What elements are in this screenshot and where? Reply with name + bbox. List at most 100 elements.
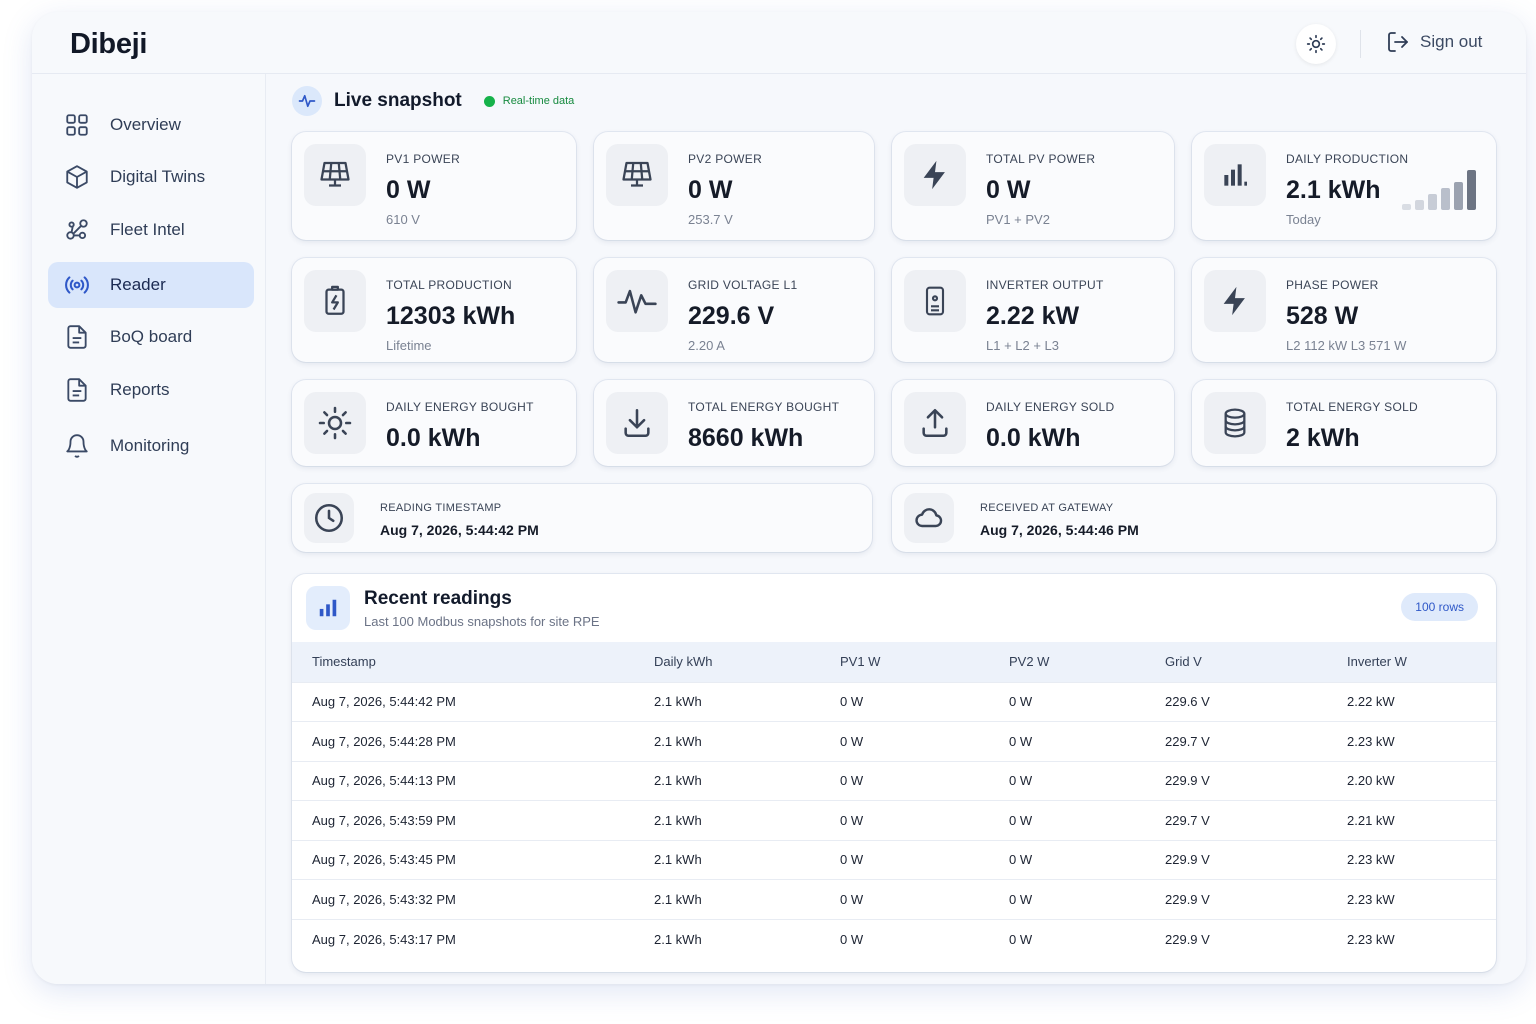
live-snapshot-header: Live snapshot Real-time data — [292, 86, 574, 116]
table-cell: 2.20 kW — [1347, 760, 1496, 801]
sidebar-item-fleet-intel[interactable]: Fleet Intel — [48, 207, 254, 253]
theme-toggle-button[interactable] — [1296, 24, 1336, 64]
metric-label: DAILY PRODUCTION — [1286, 152, 1409, 166]
timestamp-value: Aug 7, 2026, 5:44:42 PM — [380, 522, 539, 538]
table-cell: 0 W — [1009, 721, 1165, 761]
live-status-dot — [483, 95, 495, 107]
metric-label: INVERTER OUTPUT — [986, 278, 1104, 292]
metric-card-total-energy-sold: TOTAL ENERGY SOLD 2 kWh — [1192, 380, 1496, 466]
document-icon — [67, 378, 87, 402]
timestamp-value: Aug 7, 2026, 5:44:46 PM — [980, 522, 1139, 538]
table-row[interactable]: Aug 7, 2026, 5:44:28 PM 2.1 kWh 0 W 0 W … — [292, 721, 1496, 761]
main-content: Live snapshot Real-time data PV1 POWER 0… — [266, 74, 1526, 984]
metric-value: 0 W — [688, 176, 733, 204]
table-cell: 0 W — [1009, 800, 1165, 840]
download-icon — [606, 392, 668, 454]
solar-panel-icon — [606, 144, 668, 206]
table-cell: 2.1 kWh — [654, 879, 840, 919]
readings-subtitle: Last 100 Modbus snapshots for site RPE — [364, 614, 600, 629]
table-cell: 2.1 kWh — [654, 800, 840, 840]
metric-label: DAILY ENERGY SOLD — [986, 400, 1115, 414]
metric-card-phase-power: PHASE POWER 528 W L2 112 kW L3 571 W — [1192, 258, 1496, 362]
sidebar-item-label: BoQ board — [110, 327, 193, 346]
bell-icon — [66, 434, 88, 458]
table-header-row: Timestamp Daily kWh PV1 W PV2 W Grid V I… — [292, 642, 1496, 682]
table-cell: 0 W — [840, 721, 1009, 761]
sun-icon — [304, 392, 366, 454]
upload-icon — [904, 392, 966, 454]
column-header[interactable]: PV1 W — [840, 642, 1009, 682]
database-icon — [1204, 392, 1266, 454]
bar-chart-icon — [1204, 144, 1266, 206]
column-header[interactable]: PV2 W — [1009, 642, 1165, 682]
bar-chart-icon — [306, 586, 350, 630]
table-cell: 0 W — [840, 681, 1009, 722]
activity-icon — [292, 86, 322, 116]
table-cell: 0 W — [840, 879, 1009, 919]
table-row[interactable]: Aug 7, 2026, 5:44:42 PM 2.1 kWh 0 W 0 W … — [292, 681, 1496, 722]
metric-value: 0 W — [386, 176, 431, 204]
table-row[interactable]: Aug 7, 2026, 5:44:13 PM 2.1 kWh 0 W 0 W … — [292, 760, 1496, 801]
column-header[interactable]: Inverter W — [1347, 642, 1496, 682]
timestamp-label: READING TIMESTAMP — [380, 502, 502, 514]
sidebar-item-overview[interactable]: Overview — [48, 102, 254, 148]
table-row[interactable]: Aug 7, 2026, 5:43:32 PM 2.1 kWh 0 W 0 W … — [292, 879, 1496, 919]
table-cell: Aug 7, 2026, 5:44:42 PM — [292, 681, 654, 722]
metric-value: 0.0 kWh — [986, 424, 1081, 452]
divider — [1360, 30, 1361, 58]
table-cell: 2.23 kW — [1347, 918, 1496, 959]
metric-label: PV1 POWER — [386, 152, 461, 166]
metric-card-daily-energy-sold: DAILY ENERGY SOLD 0.0 kWh — [892, 380, 1174, 466]
table-cell: 0 W — [1009, 918, 1165, 959]
sidebar-item-boq-board[interactable]: BoQ board — [48, 314, 254, 360]
table-cell: 229.7 V — [1165, 800, 1347, 840]
brand-logo[interactable]: Dibeji — [70, 28, 147, 61]
metric-sub: L2 112 kW L3 571 W — [1286, 338, 1407, 353]
table-cell: 2.1 kWh — [654, 760, 840, 801]
table-cell: 0 W — [840, 760, 1009, 801]
table-cell: 0 W — [840, 839, 1009, 880]
sidebar-item-label: Fleet Intel — [110, 220, 185, 239]
table-cell: 0 W — [1009, 760, 1165, 801]
clock-icon — [304, 493, 354, 543]
reading-timestamp-card: READING TIMESTAMP Aug 7, 2026, 5:44:42 P… — [292, 484, 872, 552]
sign-out-button[interactable]: Sign out — [1386, 30, 1482, 54]
table-cell: Aug 7, 2026, 5:43:45 PM — [292, 839, 654, 880]
sidebar-item-reader[interactable]: Reader — [48, 262, 254, 308]
metric-value: 0 W — [986, 176, 1031, 204]
metric-sub: 610 V — [386, 212, 420, 227]
metric-label: TOTAL ENERGY SOLD — [1286, 400, 1419, 414]
metric-value: 528 W — [1286, 302, 1359, 330]
column-header[interactable]: Grid V — [1165, 642, 1347, 682]
grid-icon — [66, 114, 88, 136]
column-header[interactable]: Daily kWh — [654, 642, 840, 682]
table-cell: 229.6 V — [1165, 681, 1347, 722]
table-row[interactable]: Aug 7, 2026, 5:43:45 PM 2.1 kWh 0 W 0 W … — [292, 839, 1496, 880]
sidebar-item-reports[interactable]: Reports — [48, 367, 254, 413]
timestamp-label: RECEIVED AT GATEWAY — [980, 502, 1114, 514]
metric-sub: Today — [1286, 212, 1321, 227]
metric-sub: PV1 + PV2 — [986, 212, 1050, 227]
table-cell: 229.9 V — [1165, 760, 1347, 801]
table-cell: 229.7 V — [1165, 721, 1347, 761]
sun-icon — [1306, 34, 1326, 54]
inverter-icon — [904, 270, 966, 332]
sidebar-item-label: Monitoring — [110, 436, 190, 455]
live-status-label: Real-time data — [502, 95, 575, 107]
table-cell: 229.9 V — [1165, 839, 1347, 880]
metric-card-pv1-power: PV1 POWER 0 W 610 V — [292, 132, 576, 240]
metric-label: PHASE POWER — [1286, 278, 1379, 292]
table-row[interactable]: Aug 7, 2026, 5:43:59 PM 2.1 kWh 0 W 0 W … — [292, 800, 1496, 840]
table-row[interactable]: Aug 7, 2026, 5:43:17 PM 2.1 kWh 0 W 0 W … — [292, 918, 1496, 959]
table-cell: 2.1 kWh — [654, 918, 840, 959]
top-bar: Dibeji Sign out — [32, 12, 1526, 74]
column-header[interactable]: Timestamp — [292, 642, 654, 682]
metric-value: 0.0 kWh — [386, 424, 481, 452]
sidebar: Overview Digital Twins Fleet Intel Reade… — [32, 74, 266, 984]
table-cell: Aug 7, 2026, 5:43:59 PM — [292, 800, 654, 840]
sidebar-item-digital-twins[interactable]: Digital Twins — [48, 154, 254, 200]
metric-value: 229.6 V — [688, 302, 775, 330]
metric-sub: Lifetime — [386, 338, 432, 353]
sidebar-item-monitoring[interactable]: Monitoring — [48, 423, 254, 469]
solar-panel-icon — [304, 144, 366, 206]
